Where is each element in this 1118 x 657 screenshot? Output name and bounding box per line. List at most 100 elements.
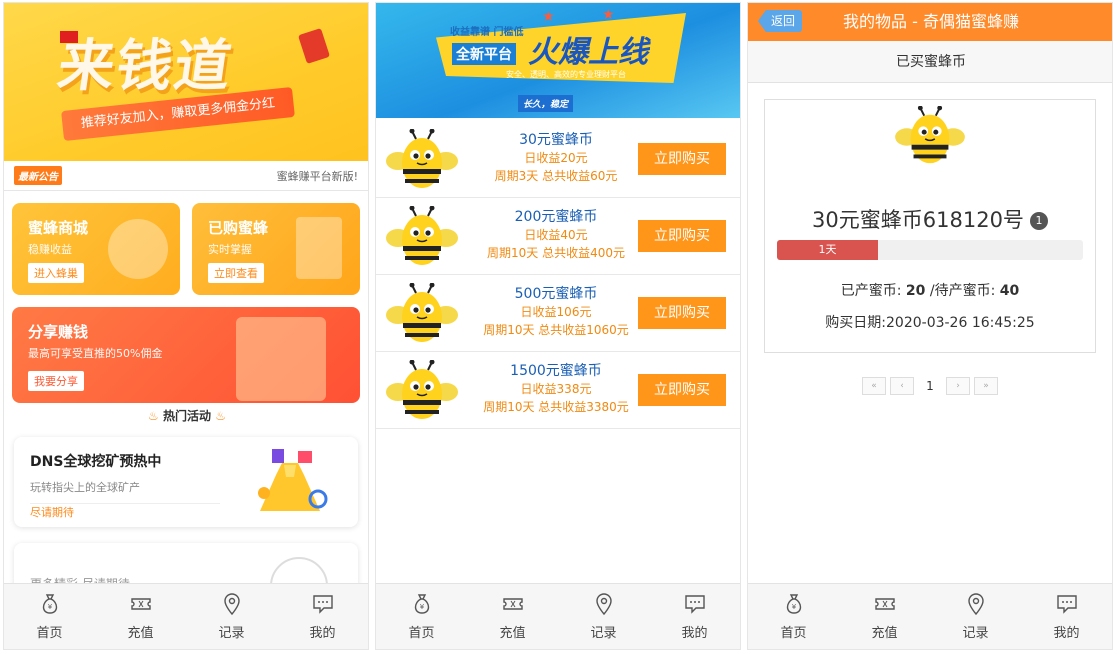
tab-label: 首页	[780, 626, 807, 641]
tab-label: 我的	[681, 626, 708, 641]
banner-subtitle: 安全、透明、高效的专业理财平台	[506, 70, 626, 79]
chat-bubble-icon	[1056, 595, 1077, 614]
tab-recharge[interactable]: 充值	[839, 584, 930, 649]
banner-title: 来钱道	[53, 34, 237, 99]
tab-label: 记录	[590, 626, 617, 641]
bottom-tab-bar: ¥ 首页 充值 记录 我的	[4, 583, 368, 649]
tab-recharge[interactable]: 充值	[95, 584, 186, 649]
product-name: 1500元蜜蜂币	[510, 363, 602, 379]
produced-value: 20	[905, 283, 926, 299]
tab-label: 首页	[408, 626, 435, 641]
buy-now-button[interactable]: 立即购买	[638, 297, 726, 329]
money-bag-icon: ¥	[414, 594, 429, 614]
card-title: 已购蜜蜂	[208, 219, 269, 237]
pending-value: 40	[999, 283, 1020, 299]
share-earn-card[interactable]: 分享赚钱 最高可享受直推的50%佣金 我要分享	[12, 307, 360, 403]
activity-link[interactable]: 尽请期待	[30, 503, 220, 520]
last-page-button[interactable]: »	[974, 377, 998, 395]
three-phone-screenshots: 来钱道 推荐好友加入，赚取更多佣金分红 最新公告 蜜蜂赚平台新版! 蜜蜂商城 稳…	[0, 0, 1118, 657]
current-page: 1	[926, 379, 934, 393]
buy-now-button[interactable]: 立即购买	[638, 374, 726, 406]
phone-my-items-screen: 我的物品 - 奇偶猫蜜蜂赚 返回 已买蜜蜂币 30元蜜蜂币618120号 1 1	[747, 2, 1113, 650]
prev-page-button[interactable]: ‹	[890, 377, 914, 395]
svg-text:¥: ¥	[419, 603, 424, 611]
produced-label: 已产蜜币:	[840, 283, 902, 299]
flame-icon: ♨	[215, 409, 226, 423]
first-page-button[interactable]: «	[862, 377, 886, 395]
next-page-button[interactable]: ›	[946, 377, 970, 395]
product-name: 30元蜜蜂币	[519, 132, 593, 148]
tab-home[interactable]: ¥ 首页	[4, 584, 95, 649]
product-daily-income: 日收益106元	[520, 305, 592, 319]
chat-bubble-icon	[684, 595, 705, 614]
hot-activities-heading: ♨ 热门活动 ♨	[4, 407, 368, 424]
document-icon	[296, 217, 342, 279]
page-title: 我的物品 - 奇偶猫蜜蜂赚	[843, 12, 1019, 31]
money-bag-icon: ¥	[786, 594, 801, 614]
buy-now-button[interactable]: 立即购买	[638, 220, 726, 252]
bee-icon	[386, 360, 458, 419]
card-sub: 实时掌握	[208, 243, 252, 256]
hot-label: 热门活动	[162, 409, 211, 423]
tab-records[interactable]: 记录	[558, 584, 649, 649]
notice-text[interactable]: 蜜蜂赚平台新版!	[277, 168, 358, 184]
tab-home[interactable]: ¥ 首页	[376, 584, 467, 649]
tab-label: 我的	[309, 626, 336, 641]
bee-icon	[386, 129, 458, 188]
tab-label: 充值	[871, 626, 898, 641]
share-button[interactable]: 我要分享	[28, 371, 84, 391]
tab-mine[interactable]: 我的	[1021, 584, 1112, 649]
item-badge: 1	[1029, 212, 1048, 230]
tab-label: 充值	[499, 626, 526, 641]
item-name: 30元蜜蜂币618120号	[812, 208, 1024, 232]
purchase-date: 购买日期:2020-03-26 16:45:25	[825, 315, 1035, 331]
money-bag-icon: ¥	[42, 594, 57, 614]
activity-card[interactable]: DNS全球挖矿预热中 玩转指尖上的全球矿产 尽请期待	[14, 437, 358, 527]
star-icon: ★	[542, 9, 555, 25]
product-row: 200元蜜蜂币 日收益40元周期10天 总共收益400元 立即购买	[376, 198, 740, 275]
tab-mine[interactable]: 我的	[277, 584, 368, 649]
owned-item-card: 30元蜜蜂币618120号 1 1天 已产蜜币: 20 /待产蜜币: 40 购买日…	[764, 99, 1096, 353]
chat-bubble-icon	[312, 595, 333, 614]
banner-new: 全新平台	[452, 43, 516, 65]
tab-recharge[interactable]: 充值	[467, 584, 558, 649]
product-daily-income: 日收益40元	[524, 228, 588, 242]
phone-home-screen: 来钱道 推荐好友加入，赚取更多佣金分红 最新公告 蜜蜂赚平台新版! 蜜蜂商城 稳…	[3, 2, 369, 650]
progress-bar: 1天	[777, 240, 1083, 260]
bottom-tab-bar: ¥ 首页 充值 记录 我的	[376, 583, 740, 649]
pending-label: /待产蜜币:	[929, 283, 996, 299]
shop-banner[interactable]: ★ ★ 收益靠谱 门槛低 全新平台 火爆上线 安全、透明、高效的专业理财平台 长…	[376, 3, 740, 118]
activity-title: DNS全球挖矿预热中	[30, 454, 162, 470]
card-title: 蜜蜂商城	[28, 219, 89, 237]
location-pin-icon	[223, 593, 240, 616]
tab-mine[interactable]: 我的	[649, 584, 740, 649]
dress-illustration	[258, 449, 328, 511]
tab-label: 记录	[962, 626, 989, 641]
bee-icon	[386, 283, 458, 342]
product-period: 周期10天 总共收益400元	[487, 246, 625, 260]
tab-records[interactable]: 记录	[930, 584, 1021, 649]
progress-fill: 1天	[777, 240, 878, 260]
buy-now-button[interactable]: 立即购买	[638, 143, 726, 175]
product-daily-income: 日收益338元	[520, 382, 592, 396]
tab-records[interactable]: 记录	[186, 584, 277, 649]
star-icon: ★	[602, 7, 615, 23]
home-banner[interactable]: 来钱道 推荐好友加入，赚取更多佣金分红	[4, 3, 368, 161]
notice-bar[interactable]: 最新公告 蜜蜂赚平台新版!	[4, 161, 368, 191]
back-button[interactable]: 返回	[758, 10, 802, 32]
banner-tag: 长久，稳定	[518, 95, 574, 112]
product-row: 1500元蜜蜂币 日收益338元周期10天 总共收益3380元 立即购买	[376, 352, 740, 429]
bottom-tab-bar: ¥ 首页 充值 记录 我的	[748, 583, 1112, 649]
notice-tag: 最新公告	[14, 166, 62, 185]
bought-bees-card[interactable]: 已购蜜蜂 实时掌握 立即查看	[192, 203, 360, 295]
product-period: 周期10天 总共收益3380元	[483, 400, 629, 414]
enter-hive-button[interactable]: 进入蜂巢	[28, 263, 84, 283]
bee-shop-card[interactable]: 蜜蜂商城 稳赚收益 进入蜂巢	[12, 203, 180, 295]
bee-icon	[895, 106, 965, 164]
view-now-button[interactable]: 立即查看	[208, 263, 264, 283]
phone-shop-screen: ★ ★ 收益靠谱 门槛低 全新平台 火爆上线 安全、透明、高效的专业理财平台 长…	[375, 2, 741, 650]
product-name: 200元蜜蜂币	[514, 209, 598, 225]
location-pin-icon	[967, 593, 984, 616]
pagination: « ‹ 1 › »	[862, 377, 998, 395]
tab-home[interactable]: ¥ 首页	[748, 584, 839, 649]
